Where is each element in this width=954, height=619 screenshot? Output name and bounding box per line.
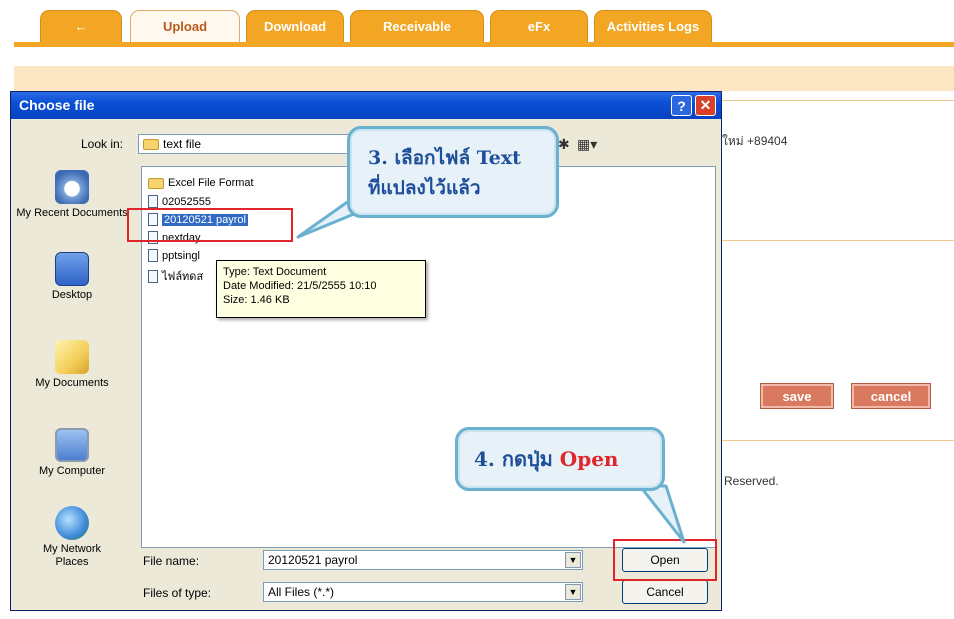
callout-step3-line1: 3. เลือกไฟล์ Text [368,143,556,173]
list-item[interactable]: ไฟล์ทดส [148,267,203,285]
text-file-icon [148,195,158,208]
place-my-computer[interactable]: My Computer [16,428,128,478]
look-in-label: Look in: [81,137,124,151]
tab-efx[interactable]: eFx [490,10,588,42]
place-label: Desktop [51,289,93,301]
footer-text: Reserved. [724,474,779,488]
desktop-icon [55,252,89,286]
divider [700,100,954,101]
file-type-label: Files of type: [143,586,212,600]
divider [700,240,954,241]
file-name: pptsingl [162,249,200,262]
dialog-cancel-button[interactable]: Cancel [622,580,708,604]
text-file-icon [148,249,158,262]
cancel-button[interactable]: cancel [851,383,931,409]
look-in-value: text file [163,137,202,151]
tab-upload[interactable]: Upload [130,10,240,42]
callout-step4: 4. กดปุ่ม Open [455,427,665,491]
file-name: 02052555 [162,195,211,208]
tab-download[interactable]: Download [246,10,344,42]
callout-step3-line2: ที่แปลงไว้แล้ว [368,177,481,199]
view-menu-icon[interactable]: ▦▾ [577,136,597,153]
tab-label: Activities Logs [606,19,700,34]
back-arrow-icon: ← [74,19,88,34]
callout-text-emphasis: Open [559,447,619,471]
file-tooltip: Type: Text Document Date Modified: 21/5/… [216,260,426,318]
place-desktop[interactable]: Desktop [16,252,128,302]
place-label: My Recent Documents [16,207,128,219]
new-folder-icon[interactable]: ✱ [558,136,570,153]
place-my-recent-documents[interactable]: My Recent Documents [16,170,128,220]
tab-label: Upload [162,19,208,34]
network-places-icon [55,506,89,540]
folder-icon [148,177,164,189]
help-button[interactable]: ? [671,95,692,116]
look-in-select[interactable]: text file [138,134,358,154]
close-button[interactable]: ✕ [695,95,716,116]
list-item[interactable]: pptsingl [148,249,200,262]
place-label: My Computer [38,465,106,477]
chevron-down-icon[interactable]: ▼ [565,552,581,568]
tab-label: Download [263,19,327,34]
tooltip-type: Type: Text Document [223,266,327,278]
selected-file-highlight [127,208,293,242]
place-label: My Network Places [42,543,102,568]
list-item[interactable]: Excel File Format [148,177,254,189]
tab-back[interactable]: ← [40,10,122,42]
callout-text: 4. กดปุ่ม [474,447,553,471]
my-documents-icon [55,340,89,374]
dialog-titlebar[interactable]: Choose file ? ✕ [11,92,721,119]
tooltip-date-modified: Date Modified: 21/5/2555 10:10 [223,280,377,292]
my-computer-icon [55,428,89,462]
list-item[interactable]: 02052555 [148,195,211,208]
partial-page-text: ใหม่ +89404 [722,134,788,148]
tab-label: Receivable [383,19,451,34]
recent-documents-icon [55,170,89,204]
place-my-documents[interactable]: My Documents [16,340,128,390]
tab-receivable[interactable]: Receivable [350,10,484,42]
file-name: ไฟล์ทดส [162,271,204,283]
callout-text: 3. เลือกไฟล์ [368,147,477,169]
chevron-down-icon[interactable]: ▼ [565,584,581,600]
tooltip-size: Size: 1.46 KB [223,294,290,306]
file-name-label: File name: [143,554,200,568]
tab-label: eFx [527,19,551,34]
save-button[interactable]: save [760,383,834,409]
callout-step3: 3. เลือกไฟล์ Text ที่แปลงไว้แล้ว [347,126,559,218]
folder-icon [143,138,159,150]
text-file-icon [148,269,158,283]
file-name-value: 20120521 payrol [268,553,358,567]
tab-bar-underline [14,42,954,47]
callout-text-emphasis: Text [476,147,521,169]
tab-activities-logs[interactable]: Activities Logs [594,10,712,42]
divider [700,440,954,441]
file-type-select[interactable]: All Files (*.*) ▼ [263,582,583,602]
place-my-network-places[interactable]: My Network Places [16,506,128,569]
file-name: Excel File Format [168,177,254,189]
file-name-input[interactable]: 20120521 payrol ▼ [263,550,583,570]
file-type-value: All Files (*.*) [268,585,335,599]
place-label: My Documents [35,377,109,389]
page-header-band [14,66,954,91]
dialog-title: Choose file [19,97,95,113]
